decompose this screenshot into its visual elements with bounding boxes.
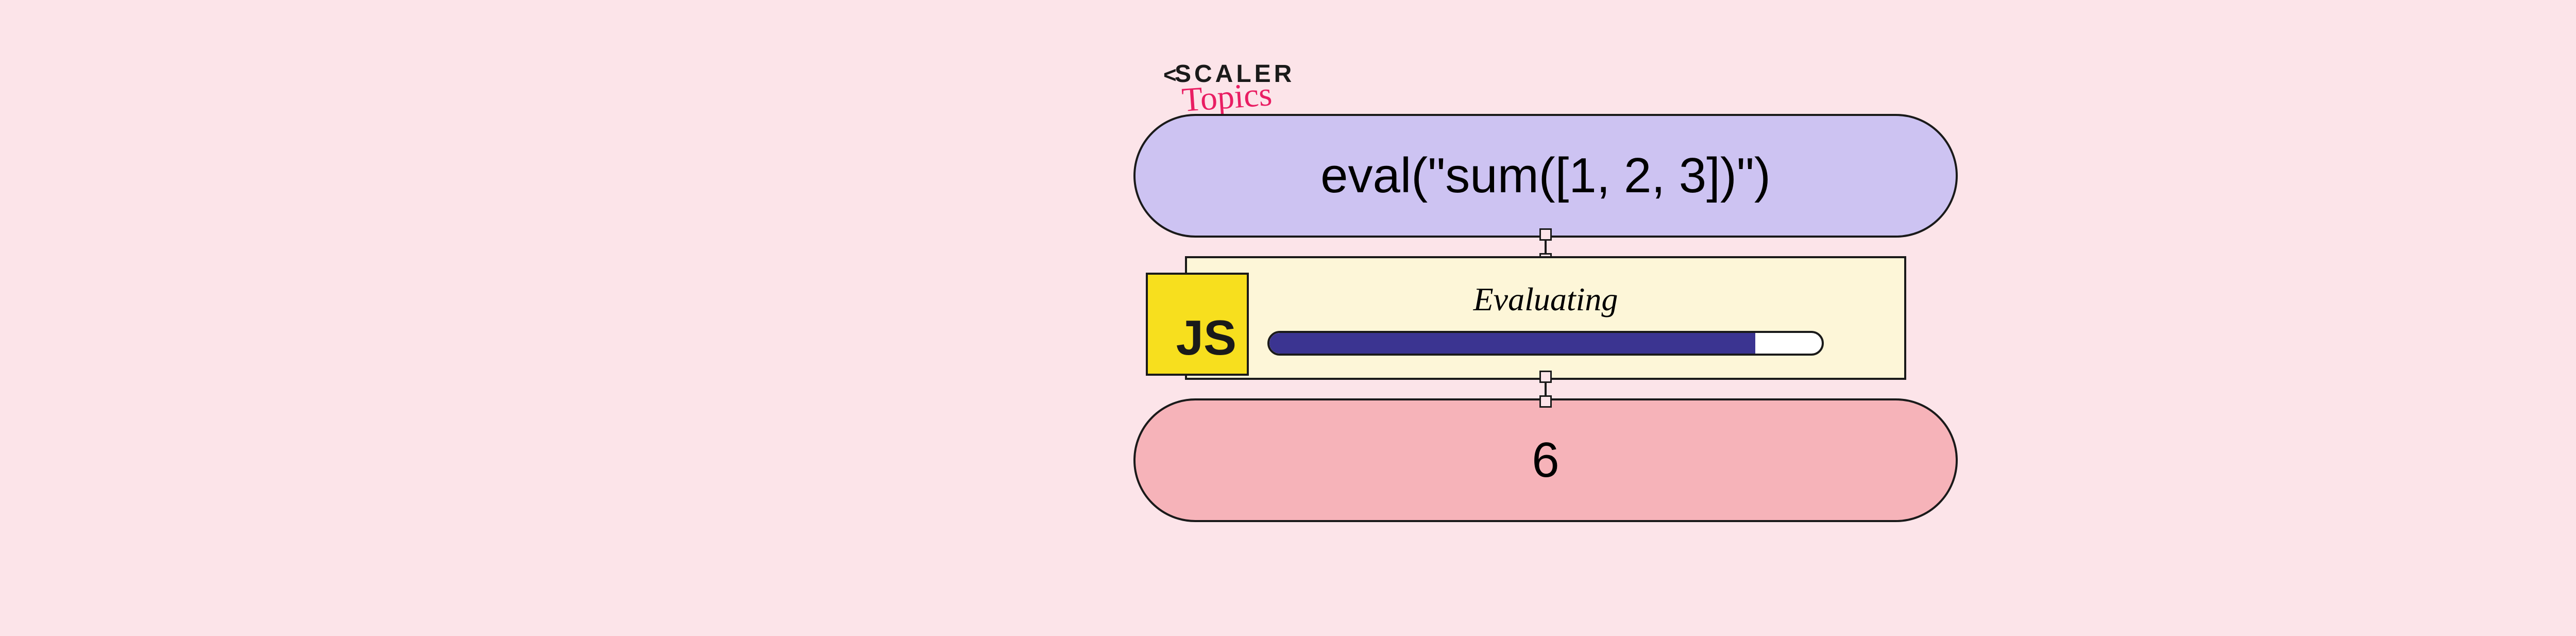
evaluator-box: JS Evaluating (1185, 256, 1906, 380)
input-expression-text: eval("sum([1, 2, 3])") (1320, 147, 1771, 204)
scaler-topics-logo: < SCALER Topics (1175, 62, 1295, 114)
connector-top (1545, 238, 1547, 256)
js-badge-icon: JS (1146, 273, 1249, 376)
logo-subtitle: Topics (1181, 77, 1273, 118)
progress-bar (1267, 331, 1824, 356)
input-expression-pill: eval("sum([1, 2, 3])") (1133, 114, 1958, 238)
evaluator-status-label: Evaluating (1473, 280, 1618, 319)
output-value-text: 6 (1532, 432, 1559, 489)
angle-bracket-icon: < (1163, 64, 1180, 87)
js-badge-text: JS (1176, 310, 1236, 366)
eval-diagram: eval("sum([1, 2, 3])") JS Evaluating 6 (1133, 114, 1958, 522)
progress-fill (1269, 333, 1755, 354)
output-value-pill: 6 (1133, 398, 1958, 522)
connector-bottom (1545, 380, 1547, 398)
